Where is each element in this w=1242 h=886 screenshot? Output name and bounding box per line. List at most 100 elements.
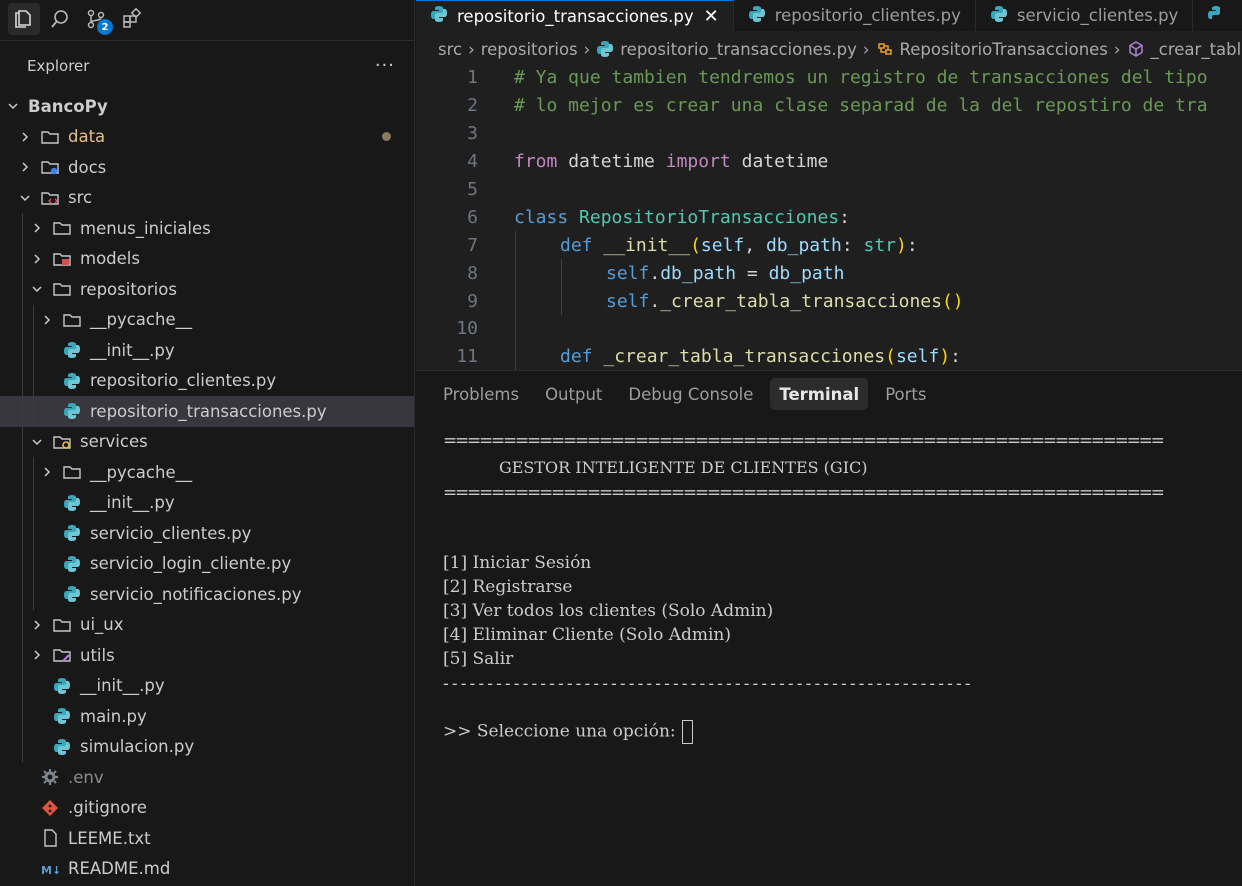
chevron-right-icon[interactable] xyxy=(40,313,54,327)
breadcrumb-file[interactable]: repositorio_transacciones.py xyxy=(620,40,857,59)
tree-item-init-py[interactable]: __init__.py xyxy=(0,487,414,518)
chevron-right-icon: › xyxy=(1113,39,1121,59)
tree-item-services[interactable]: services xyxy=(0,426,414,457)
chevron-right-icon[interactable] xyxy=(30,648,44,662)
tree-item-repositorios[interactable]: repositorios xyxy=(0,274,414,305)
paren: () xyxy=(941,290,964,312)
tree-item-repositorio-clientes-py[interactable]: repositorio_clientes.py xyxy=(0,365,414,396)
tree-item-label: servicio_login_cliente.py xyxy=(90,554,292,574)
search-icon[interactable] xyxy=(44,3,76,35)
folder-icon xyxy=(52,218,72,238)
tab-output[interactable]: Output xyxy=(536,378,611,410)
tree-item-main-py[interactable]: main.py xyxy=(0,701,414,732)
chevron-right-icon[interactable] xyxy=(40,465,54,479)
tree-item-readme-md[interactable]: M↓ README.md xyxy=(0,854,414,885)
source-control-icon[interactable]: 2 xyxy=(80,3,113,35)
breadcrumb-class[interactable]: RepositorioTransacciones xyxy=(900,40,1108,59)
tree-item-ui-ux[interactable]: ui_ux xyxy=(0,609,414,640)
tree-item-menus-iniciales[interactable]: menus_iniciales xyxy=(0,213,414,244)
breadcrumb-src[interactable]: src xyxy=(438,40,462,59)
indent-guide xyxy=(33,548,34,579)
indent-guide xyxy=(561,259,562,288)
punct: = xyxy=(736,262,769,284)
class-icon xyxy=(876,40,894,58)
scm-badge: 2 xyxy=(97,19,113,35)
indent-guide xyxy=(33,365,34,396)
paren: ( xyxy=(885,346,896,368)
close-icon[interactable]: ✕ xyxy=(704,6,719,27)
breadcrumb: src › repositorios › repositorio_transac… xyxy=(416,31,1242,67)
line-number: 10 xyxy=(456,318,478,340)
tree-item-utils[interactable]: utils xyxy=(0,640,414,671)
python-icon xyxy=(62,371,82,391)
tree-item-pycache[interactable]: __pycache__ xyxy=(0,304,414,335)
tree-item-docs[interactable]: docs xyxy=(0,152,414,183)
tree-item-label: __pycache__ xyxy=(90,310,193,330)
code-line: 6 class RepositorioTransacciones: xyxy=(416,203,1242,231)
tab-servicio-clientes[interactable]: servicio_clientes.py xyxy=(976,0,1194,31)
chevron-down-icon[interactable] xyxy=(30,282,44,296)
chevron-down-icon[interactable] xyxy=(30,435,44,449)
tree-item-label: README.md xyxy=(68,859,171,879)
tab-debug-console[interactable]: Debug Console xyxy=(619,378,762,410)
tree-item-label: __init__.py xyxy=(80,676,165,696)
tree-item-servicio-clientes-py[interactable]: servicio_clientes.py xyxy=(0,518,414,549)
chevron-right-icon[interactable] xyxy=(30,221,44,235)
tab-repositorio-transacciones[interactable]: repositorio_transacciones.py ✕ xyxy=(416,0,734,31)
breadcrumb-method[interactable]: _crear_tabla xyxy=(1151,40,1242,59)
module: datetime xyxy=(568,151,655,173)
chevron-right-icon[interactable] xyxy=(30,252,44,266)
folder-icon xyxy=(62,462,82,482)
tree-item-pycache[interactable]: __pycache__ xyxy=(0,457,414,488)
tree-item-models[interactable]: models xyxy=(0,243,414,274)
menu-option: [5] Salir xyxy=(443,649,514,669)
tree-item-init-py[interactable]: __init__.py xyxy=(0,335,414,366)
line-number: 4 xyxy=(467,151,478,173)
tree-item-label: docs xyxy=(68,157,107,177)
code-text: class RepositorioTransacciones: xyxy=(478,207,850,228)
code-editor[interactable]: 1 # Ya que tambien tendremos un registro… xyxy=(416,64,1242,370)
tree-item-bancopy[interactable]: BancoPy xyxy=(0,91,414,122)
identifier: db_path xyxy=(768,262,845,284)
indent-guide xyxy=(515,315,516,343)
tab-problems[interactable]: Problems xyxy=(434,378,528,410)
tree-item-simulacion-py[interactable]: simulacion.py xyxy=(0,731,414,762)
indent-guide xyxy=(22,335,23,366)
activity-bar: 2 xyxy=(0,0,414,38)
tab-ports[interactable]: Ports xyxy=(876,378,935,410)
tree-item-gitignore[interactable]: .gitignore xyxy=(0,793,414,824)
indent-guide xyxy=(33,335,34,366)
python-icon xyxy=(62,554,82,574)
more-actions-icon[interactable]: ··· xyxy=(375,57,395,75)
tab-terminal[interactable]: Terminal xyxy=(770,378,869,410)
tree-item-src[interactable]: src xyxy=(0,183,414,214)
chevron-down-icon[interactable] xyxy=(6,99,20,113)
line-number: 8 xyxy=(467,262,478,284)
python-icon xyxy=(430,5,448,27)
tree-item-data[interactable]: data xyxy=(0,122,414,153)
line-number: 7 xyxy=(467,234,478,256)
python-icon xyxy=(990,5,1008,27)
chevron-right-icon[interactable] xyxy=(30,618,44,632)
tree-item-label: .env xyxy=(68,767,104,787)
sidebar: 2 Explorer ··· BancoPy data docs src menus_i… xyxy=(0,0,415,886)
breadcrumb-repositorios[interactable]: repositorios xyxy=(481,40,578,59)
indent-guide xyxy=(22,579,23,610)
tree-item-label: LEEME.txt xyxy=(68,828,151,848)
explorer-icon[interactable] xyxy=(8,3,40,35)
code-line: 1 # Ya que tambien tendremos un registro… xyxy=(416,64,1242,92)
tree-item-servicio-login-cliente-py[interactable]: servicio_login_cliente.py xyxy=(0,548,414,579)
chevron-right-icon[interactable] xyxy=(18,130,32,144)
tree-item-init-py[interactable]: __init__.py xyxy=(0,670,414,701)
terminal-cursor[interactable] xyxy=(681,720,693,744)
extensions-icon[interactable] xyxy=(116,3,148,35)
chevron-down-icon[interactable] xyxy=(18,191,32,205)
tree-item-repositorio-transacciones-py[interactable]: repositorio_transacciones.py xyxy=(0,396,414,427)
tree-item-servicio-notificaciones-py[interactable]: servicio_notificaciones.py xyxy=(0,579,414,610)
chevron-right-icon[interactable] xyxy=(18,160,32,174)
tab-repositorio-clientes[interactable]: repositorio_clientes.py xyxy=(734,0,976,31)
tree-item-env[interactable]: .env xyxy=(0,762,414,793)
tree-item-leeme-txt[interactable]: LEEME.txt xyxy=(0,823,414,854)
tree-item-label: main.py xyxy=(80,706,147,726)
code-line: 7 def __init__(self, db_path: str): xyxy=(416,231,1242,260)
